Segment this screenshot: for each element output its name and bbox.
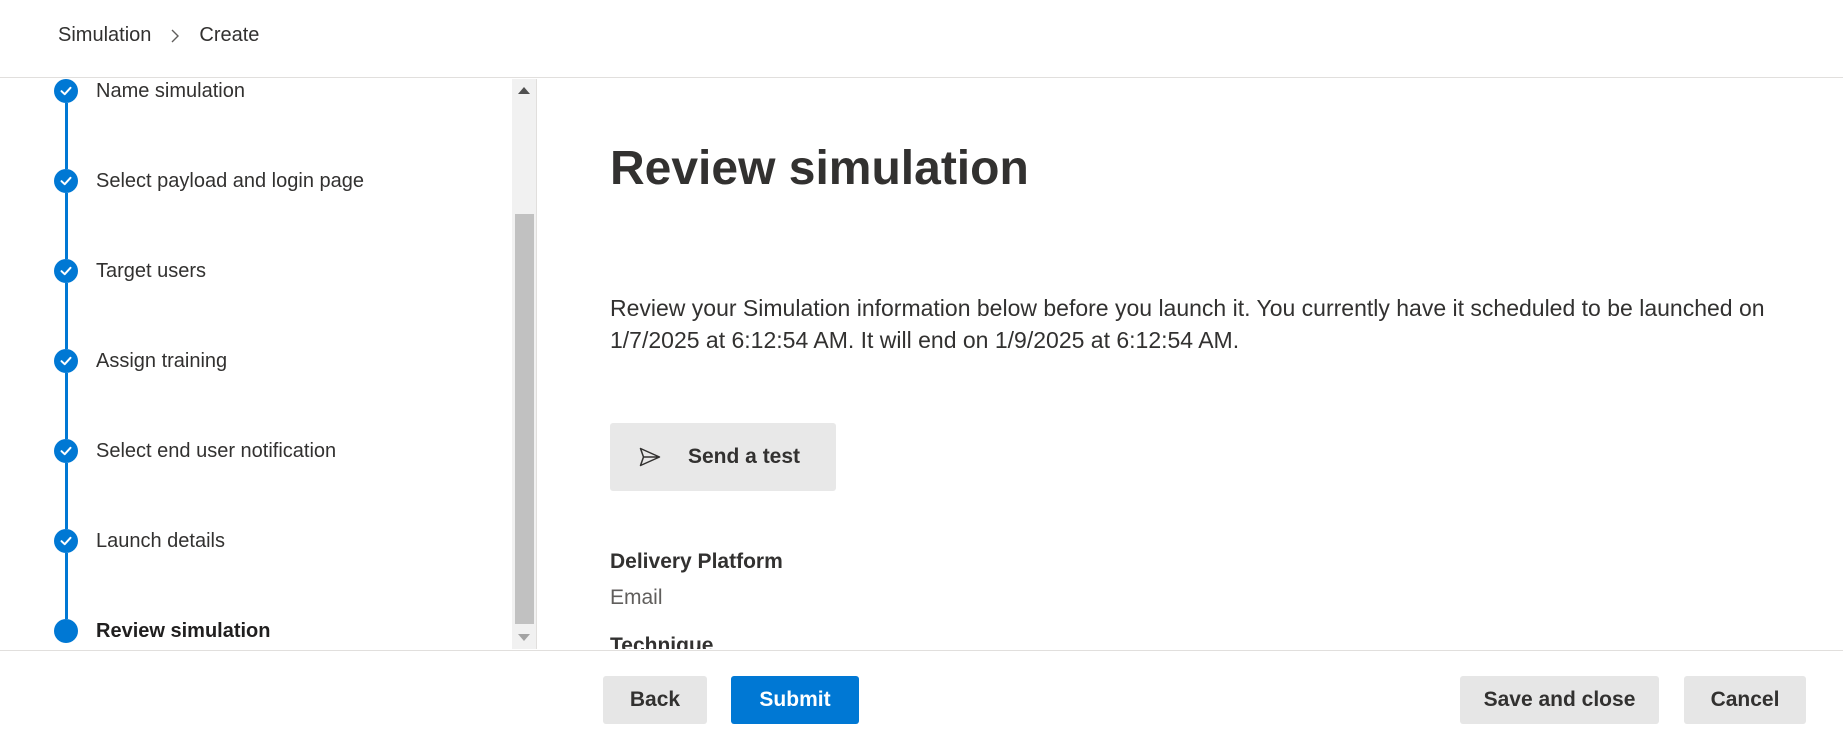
wizard-step-sidebar: Name simulation Select payload and login… (0, 79, 537, 649)
checkmark-icon (54, 349, 78, 373)
submit-button[interactable]: Submit (731, 676, 859, 724)
step-select-payload[interactable]: Select payload and login page (0, 169, 512, 209)
checkmark-icon (54, 169, 78, 193)
save-and-close-button[interactable]: Save and close (1460, 676, 1659, 724)
step-review-simulation[interactable]: Review simulation (0, 619, 512, 649)
step-label: Target users (96, 260, 207, 282)
checkmark-icon (54, 79, 78, 103)
cancel-button[interactable]: Cancel (1684, 676, 1806, 724)
step-label: Select payload and login page (96, 170, 364, 192)
wizard-footer: Back Submit Save and close Cancel (0, 650, 1843, 729)
back-button[interactable]: Back (603, 676, 707, 724)
technique-label: Technique (610, 634, 714, 649)
top-bar: Simulation Create (0, 0, 1843, 78)
checkmark-icon (54, 529, 78, 553)
step-name-simulation[interactable]: Name simulation (0, 79, 512, 119)
delivery-platform-label: Delivery Platform (610, 550, 783, 573)
step-label: Review simulation (96, 620, 271, 642)
breadcrumb-create: Create (199, 24, 260, 46)
step-target-users[interactable]: Target users (0, 259, 512, 299)
current-step-dot-icon (54, 619, 78, 643)
breadcrumb-simulation[interactable]: Simulation (58, 24, 151, 47)
sidebar-scrollbar[interactable] (512, 79, 536, 649)
review-description: Review your Simulation information below… (610, 295, 1765, 353)
step-assign-training[interactable]: Assign training (0, 349, 512, 389)
breadcrumb: Simulation Create (58, 24, 259, 47)
send-icon (638, 445, 662, 469)
send-test-label: Send a test (688, 445, 801, 468)
step-label: Launch details (96, 530, 225, 552)
send-test-button[interactable]: Send a test (610, 423, 836, 491)
scroll-down-arrow-icon[interactable] (518, 634, 530, 641)
scrollbar-thumb[interactable] (515, 214, 534, 624)
checkmark-icon (54, 439, 78, 463)
page-title: Review simulation (610, 142, 1029, 195)
step-end-user-notification[interactable]: Select end user notification (0, 439, 512, 479)
scroll-up-arrow-icon[interactable] (518, 87, 530, 94)
step-launch-details[interactable]: Launch details (0, 529, 512, 569)
review-panel: Review simulation Review your Simulation… (538, 79, 1843, 649)
chevron-right-icon (165, 26, 185, 46)
step-label: Assign training (96, 350, 228, 372)
step-label: Select end user notification (96, 440, 337, 462)
checkmark-icon (54, 259, 78, 283)
delivery-platform-value: Email (610, 586, 663, 609)
step-label: Name simulation (96, 80, 245, 102)
